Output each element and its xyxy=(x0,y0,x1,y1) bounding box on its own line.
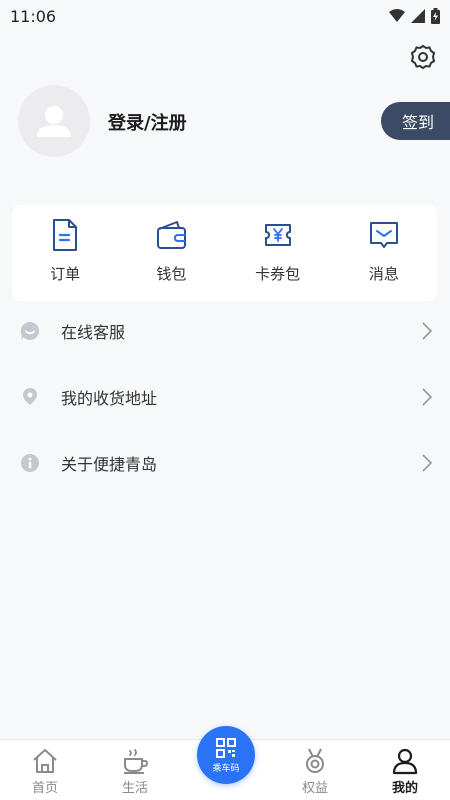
qr-code-icon xyxy=(216,737,236,758)
quick-actions-card: 订单 钱包 卡券包 消息 xyxy=(12,205,437,301)
chevron-right-icon xyxy=(422,322,433,340)
tab-home[interactable]: 首页 xyxy=(0,740,90,800)
user-placeholder-icon xyxy=(37,106,71,137)
wallet-icon xyxy=(157,221,187,249)
tab-label: 首页 xyxy=(31,781,58,796)
tab-label: 我的 xyxy=(391,781,418,796)
login-register-link[interactable]: 登录/注册 xyxy=(108,109,187,135)
medal-icon xyxy=(306,748,324,773)
quick-action-orders[interactable]: 订单 xyxy=(12,205,118,301)
user-icon xyxy=(392,748,418,775)
menu-item-shipping-address[interactable]: 我的收货地址 xyxy=(0,364,450,430)
wifi-icon xyxy=(389,9,405,22)
menu-item-label: 我的收货地址 xyxy=(61,389,158,408)
checkin-button[interactable]: 签到 xyxy=(381,102,450,140)
tab-label: 生活 xyxy=(121,781,148,796)
order-document-icon xyxy=(53,219,78,251)
tab-benefits[interactable]: 权益 xyxy=(270,740,360,800)
quick-action-label: 订单 xyxy=(50,265,81,283)
status-time: 11:06 xyxy=(10,6,57,26)
signal-icon xyxy=(411,9,425,23)
home-icon xyxy=(33,749,57,773)
settings-menu: 在线客服 我的收货地址 关于便捷青岛 xyxy=(0,298,450,496)
profile-section: 登录/注册 签到 xyxy=(0,85,450,157)
quick-action-label: 钱包 xyxy=(156,265,187,283)
menu-item-customer-service[interactable]: 在线客服 xyxy=(0,298,450,364)
menu-item-label: 在线客服 xyxy=(61,323,126,342)
status-icons xyxy=(389,8,440,24)
quick-action-label: 消息 xyxy=(368,265,399,283)
chevron-right-icon xyxy=(422,388,433,406)
checkin-label: 签到 xyxy=(402,113,435,132)
ride-code-button[interactable]: 乘车码 xyxy=(197,726,255,784)
coffee-cup-icon xyxy=(124,749,149,774)
tab-life[interactable]: 生活 xyxy=(90,740,180,800)
avatar[interactable] xyxy=(18,85,90,157)
status-bar: 11:06 xyxy=(0,0,450,32)
location-pin-icon xyxy=(23,388,37,405)
tab-mine[interactable]: 我的 xyxy=(360,740,450,800)
battery-icon xyxy=(431,8,440,24)
ride-code-label: 乘车码 xyxy=(212,763,240,774)
chevron-right-icon xyxy=(422,454,433,472)
info-icon xyxy=(21,454,39,472)
settings-button[interactable] xyxy=(410,44,436,70)
quick-action-coupons[interactable]: 卡券包 xyxy=(225,205,331,301)
quick-action-label: 卡券包 xyxy=(255,265,301,283)
menu-item-label: 关于便捷青岛 xyxy=(61,455,158,474)
gear-icon xyxy=(410,44,436,70)
menu-item-about[interactable]: 关于便捷青岛 xyxy=(0,430,450,496)
message-icon xyxy=(369,222,398,248)
bottom-tab-bar: 首页 生活 乘车码 权益 我的 xyxy=(0,726,450,800)
chat-bubble-icon xyxy=(20,321,40,340)
coupon-icon xyxy=(264,224,291,246)
quick-action-wallet[interactable]: 钱包 xyxy=(118,205,224,301)
quick-action-messages[interactable]: 消息 xyxy=(331,205,437,301)
tab-ride-code[interactable]: 乘车码 xyxy=(180,726,270,800)
tab-label: 权益 xyxy=(301,781,328,796)
